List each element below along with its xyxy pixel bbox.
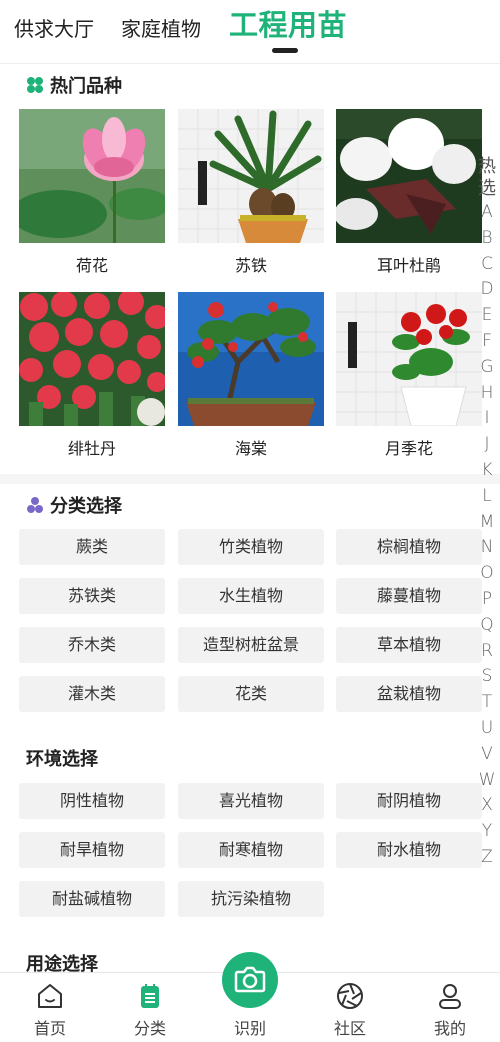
plant-name: 耳叶杜鹃 <box>376 256 441 275</box>
nav-community-label: 社区 <box>333 1019 366 1038</box>
index-letter[interactable]: T <box>476 690 498 716</box>
index-letter[interactable]: Q <box>476 613 498 639</box>
clover-icon <box>26 76 44 99</box>
top-tab-bar: 供求大厅 家庭植物 工程用苗 <box>0 0 500 64</box>
nav-profile-label: 我的 <box>433 1019 466 1038</box>
environment-chip[interactable]: 耐旱植物 <box>19 832 165 868</box>
tab-engineering-seedlings[interactable]: 工程用苗 <box>229 2 347 44</box>
category-icon <box>26 496 44 519</box>
index-select[interactable]: 选 <box>476 178 498 200</box>
plant-name: 绯牡丹 <box>67 439 116 458</box>
plant-name: 月季花 <box>384 439 433 458</box>
index-letter[interactable]: Z <box>476 845 498 871</box>
index-letter[interactable]: C <box>476 252 498 278</box>
environment-chip[interactable]: 抗污染植物 <box>178 881 324 917</box>
index-letter[interactable]: L <box>476 484 498 510</box>
environment-chip[interactable]: 阴性植物 <box>19 783 165 819</box>
category-chip[interactable]: 苏铁类 <box>19 578 165 614</box>
plant-name: 苏铁 <box>234 256 267 275</box>
category-chip[interactable]: 草本植物 <box>336 627 482 663</box>
active-tab-indicator <box>272 48 298 53</box>
lotus-image <box>19 109 165 243</box>
environment-chip[interactable]: 耐盐碱植物 <box>19 881 165 917</box>
camera-identify-button[interactable] <box>222 952 278 1008</box>
index-letter[interactable]: D <box>476 277 498 303</box>
index-letter[interactable]: V <box>476 742 498 768</box>
moon-cactus-image <box>19 292 165 426</box>
azalea-image <box>336 109 482 243</box>
category-chip[interactable]: 水生植物 <box>178 578 324 614</box>
tab-supply-hall[interactable]: 供求大厅 <box>14 13 94 42</box>
index-letter[interactable]: Y <box>476 819 498 845</box>
plant-card-lotus[interactable]: 荷花 <box>19 109 165 276</box>
environment-chip[interactable]: 耐寒植物 <box>178 832 324 868</box>
index-letter[interactable]: F <box>476 329 498 355</box>
section-divider <box>0 474 500 484</box>
index-letter[interactable]: G <box>476 355 498 381</box>
plant-name: 海棠 <box>234 439 267 458</box>
index-letter[interactable]: M <box>476 510 498 536</box>
category-chip[interactable]: 蕨类 <box>19 529 165 565</box>
category-chip[interactable]: 棕榈植物 <box>336 529 482 565</box>
category-chip[interactable]: 乔木类 <box>19 627 165 663</box>
index-letter[interactable]: N <box>476 535 498 561</box>
index-letter[interactable]: S <box>476 664 498 690</box>
environment-section-title: 环境选择 <box>26 749 98 770</box>
category-chip[interactable]: 藤蔓植物 <box>336 578 482 614</box>
camera-icon <box>234 966 266 993</box>
plant-card-azalea[interactable]: 耳叶杜鹃 <box>336 109 482 276</box>
plant-card-moon-cactus[interactable]: 绯牡丹 <box>19 292 165 459</box>
index-letter[interactable]: I <box>476 406 498 432</box>
category-chip[interactable]: 竹类植物 <box>178 529 324 565</box>
category-section-label: 分类选择 <box>50 496 122 517</box>
index-letter[interactable]: W <box>476 768 498 794</box>
tab-home-plants[interactable]: 家庭植物 <box>121 13 201 42</box>
category-chip[interactable]: 灌木类 <box>19 676 165 712</box>
plant-card-begonia[interactable]: 海棠 <box>178 292 324 459</box>
home-icon <box>35 981 65 1011</box>
hot-section-title: 热门品种 <box>26 72 122 99</box>
index-letter[interactable]: U <box>476 716 498 742</box>
plant-card-cycad[interactable]: 苏铁 <box>178 109 324 276</box>
index-letter[interactable]: B <box>476 226 498 252</box>
nav-category-label: 分类 <box>133 1019 166 1038</box>
environment-chip[interactable]: 耐阴植物 <box>336 783 482 819</box>
index-letter[interactable]: O <box>476 561 498 587</box>
category-chip[interactable]: 盆栽植物 <box>336 676 482 712</box>
alphabet-index-bar[interactable]: 热 选 A B C D E F G H I J K L M N O P Q R … <box>476 156 498 871</box>
china-rose-image <box>336 292 482 426</box>
profile-icon <box>435 981 465 1011</box>
index-letter[interactable]: P <box>476 587 498 613</box>
index-letter[interactable]: A <box>476 200 498 226</box>
plant-name: 荷花 <box>75 256 108 275</box>
environment-chip[interactable]: 喜光植物 <box>178 783 324 819</box>
index-letter[interactable]: K <box>476 458 498 484</box>
index-letter[interactable]: X <box>476 793 498 819</box>
category-chip[interactable]: 造型树桩盆景 <box>178 627 324 663</box>
cycad-image <box>178 109 324 243</box>
category-chip[interactable]: 花类 <box>178 676 324 712</box>
index-hot[interactable]: 热 <box>476 156 498 178</box>
index-letter[interactable]: R <box>476 639 498 665</box>
community-icon <box>335 981 365 1011</box>
category-section-title: 分类选择 <box>26 492 122 519</box>
plant-category-page: 供求大厅 家庭植物 工程用苗 热门品种 荷花 苏铁 耳叶杜鹃 绯牡丹 海棠 月季… <box>0 0 500 1042</box>
plant-card-china-rose[interactable]: 月季花 <box>336 292 482 459</box>
index-letter[interactable]: E <box>476 303 498 329</box>
nav-home-label: 首页 <box>33 1019 66 1038</box>
begonia-image <box>178 292 324 426</box>
nav-identify-label: 识别 <box>233 1019 266 1038</box>
category-list-icon <box>135 981 165 1011</box>
hot-section-label: 热门品种 <box>50 76 122 97</box>
environment-chip[interactable]: 耐水植物 <box>336 832 482 868</box>
index-letter[interactable]: J <box>476 432 498 458</box>
index-letter[interactable]: H <box>476 381 498 407</box>
